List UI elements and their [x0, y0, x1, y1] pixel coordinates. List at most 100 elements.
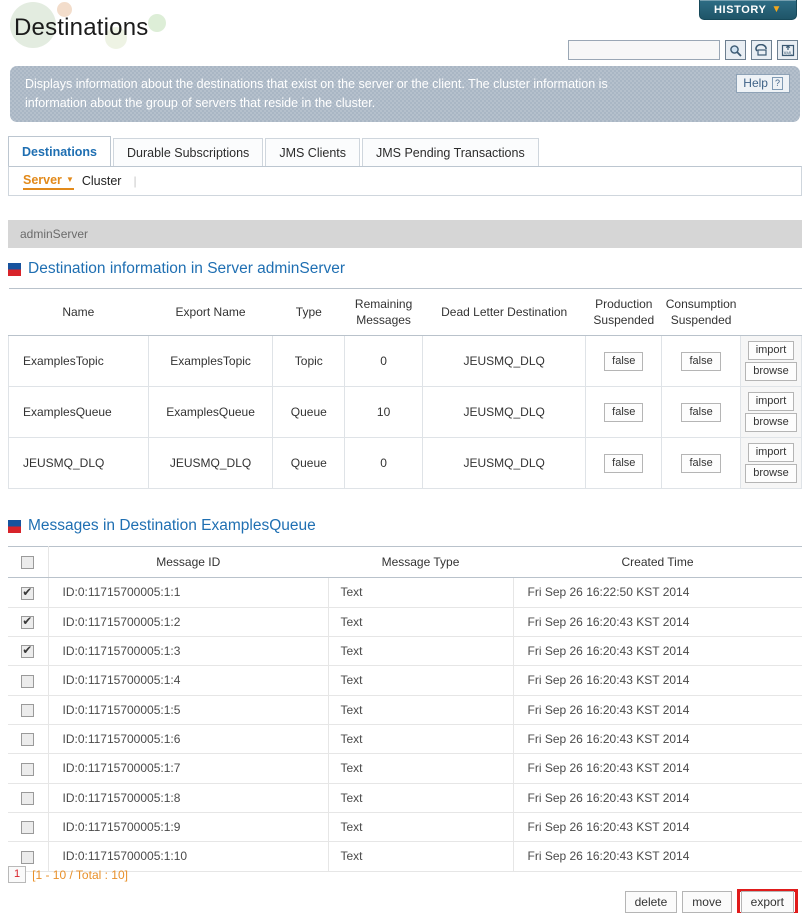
- consumption-suspended-value[interactable]: false: [681, 402, 721, 422]
- destinations-table: Name Export Name Type Remaining Messages…: [8, 288, 803, 489]
- decorative-circle-green: [148, 14, 166, 32]
- cell-remaining-messages: 0: [344, 437, 424, 489]
- cell-select: [8, 607, 49, 637]
- production-suspended-value[interactable]: false: [604, 351, 644, 371]
- cell-actions: import browse: [740, 437, 803, 489]
- cell-created-time: Fri Sep 26 16:20:43 KST 2014: [513, 636, 802, 667]
- col-remaining-messages: Remaining Messages: [344, 288, 423, 336]
- row-checkbox[interactable]: [21, 791, 35, 805]
- search-input[interactable]: [568, 40, 720, 60]
- table-row: ID:0:11715700005:1:3 Text Fri Sep 26 16:…: [8, 636, 802, 667]
- row-checkbox[interactable]: [21, 733, 35, 747]
- collapse-icon[interactable]: [8, 519, 21, 533]
- xml-export-icon[interactable]: XML: [777, 40, 798, 60]
- cell-message-id: ID:0:11715700005:1:5: [48, 695, 329, 725]
- col-dead-letter-destination: Dead Letter Destination: [422, 288, 586, 336]
- import-button[interactable]: import: [747, 392, 795, 411]
- import-button[interactable]: import: [747, 341, 795, 360]
- production-suspended-value[interactable]: false: [604, 402, 644, 422]
- select-all-checkbox[interactable]: [21, 556, 35, 570]
- production-suspended-value[interactable]: false: [604, 453, 644, 473]
- history-button[interactable]: HISTORY ▼: [699, 0, 797, 20]
- info-banner: Displays information about the destinati…: [10, 66, 800, 122]
- cell-message-id: ID:0:11715700005:1:6: [48, 724, 329, 755]
- table-row: JEUSMQ_DLQ JEUSMQ_DLQ Queue 0 JEUSMQ_DLQ…: [8, 437, 803, 489]
- cell-message-type: Text: [328, 841, 514, 872]
- col-line: Messages: [356, 313, 411, 327]
- subnav-label: Server: [23, 172, 62, 187]
- page-number-1[interactable]: 1: [8, 866, 27, 883]
- browse-button[interactable]: browse: [745, 464, 797, 483]
- row-checkbox[interactable]: [21, 850, 35, 864]
- subnav-item-server[interactable]: Server ▼: [23, 173, 74, 190]
- svg-text:XML: XML: [783, 50, 793, 55]
- col-type: Type: [272, 288, 345, 336]
- cell-dead-letter-destination: JEUSMQ_DLQ: [422, 437, 587, 489]
- cell-select: [8, 636, 49, 667]
- collapse-icon[interactable]: [8, 262, 21, 276]
- cell-message-type: Text: [328, 665, 514, 696]
- row-checkbox[interactable]: [21, 703, 35, 717]
- row-checkbox[interactable]: [21, 821, 35, 835]
- cell-message-type: Text: [328, 695, 514, 725]
- cell-message-id: ID:0:11715700005:1:2: [48, 607, 329, 637]
- cell-created-time: Fri Sep 26 16:22:50 KST 2014: [513, 577, 802, 608]
- cell-actions: import browse: [740, 386, 803, 438]
- print-icon[interactable]: [751, 40, 772, 60]
- col-consumption-suspended: Consumption Suspended: [661, 288, 741, 336]
- cell-select: [8, 665, 49, 696]
- destinations-section-title: Destination information in Server adminS…: [28, 260, 346, 277]
- table-row: ID:0:11715700005:1:8 Text Fri Sep 26 16:…: [8, 783, 802, 813]
- cell-select: [8, 812, 49, 843]
- cell-message-id: ID:0:11715700005:1:8: [48, 783, 329, 813]
- cell-production-suspended: false: [585, 335, 663, 387]
- page-title: Destinations: [14, 14, 149, 41]
- col-production-suspended: Production Suspended: [585, 288, 662, 336]
- tab-label: JMS Clients: [279, 145, 346, 160]
- table-header-row: Name Export Name Type Remaining Messages…: [8, 288, 802, 336]
- tab-jms-clients[interactable]: JMS Clients: [265, 138, 360, 166]
- cell-created-time: Fri Sep 26 16:20:43 KST 2014: [513, 783, 802, 813]
- row-checkbox[interactable]: [21, 585, 35, 600]
- row-checkbox[interactable]: [21, 762, 35, 776]
- col-created-time: Created Time: [513, 545, 802, 579]
- tab-jms-pending-transactions[interactable]: JMS Pending Transactions: [362, 138, 539, 166]
- row-checkbox[interactable]: [21, 643, 35, 659]
- consumption-suspended-value[interactable]: false: [681, 351, 721, 371]
- import-button[interactable]: import: [747, 443, 795, 462]
- col-message-id: Message ID: [48, 545, 328, 579]
- cell-type: Queue: [272, 437, 346, 489]
- cell-export-name: JEUSMQ_DLQ: [148, 437, 274, 489]
- search-icon[interactable]: [725, 40, 746, 60]
- row-checkbox[interactable]: [21, 674, 35, 688]
- tab-destinations[interactable]: Destinations: [8, 136, 112, 166]
- search-toolbar: XML: [568, 40, 798, 60]
- cell-message-type: Text: [328, 607, 514, 637]
- cell-dead-letter-destination: JEUSMQ_DLQ: [422, 386, 587, 438]
- col-line: Suspended: [593, 313, 655, 327]
- subnav-item-cluster[interactable]: Cluster: [82, 174, 122, 188]
- row-checkbox[interactable]: [21, 614, 35, 629]
- consumption-suspended-value[interactable]: false: [681, 453, 721, 473]
- cell-select: [8, 783, 49, 813]
- cell-created-time: Fri Sep 26 16:20:43 KST 2014: [513, 695, 802, 725]
- cell-export-name: ExamplesTopic: [148, 335, 274, 387]
- export-button[interactable]: export: [740, 891, 794, 913]
- tab-bar: Destinations Durable Subscriptions JMS C…: [8, 136, 802, 196]
- cell-remaining-messages: 0: [344, 335, 424, 387]
- destinations-section-header: Destination information in Server adminS…: [8, 260, 802, 278]
- subnav-label: Cluster: [81, 174, 122, 188]
- delete-button[interactable]: delete: [624, 891, 678, 913]
- move-button[interactable]: move: [682, 891, 732, 913]
- help-button[interactable]: Help ?: [736, 74, 790, 93]
- cell-remaining-messages: 10: [344, 386, 424, 438]
- pagination: 1 [1 - 10 / Total : 10]: [8, 866, 128, 883]
- browse-button[interactable]: browse: [745, 413, 797, 432]
- table-row: ID:0:11715700005:1:2 Text Fri Sep 26 16:…: [8, 607, 802, 637]
- cell-message-type: Text: [328, 753, 514, 784]
- cell-message-id: ID:0:11715700005:1:3: [48, 636, 329, 667]
- tab-durable-subscriptions[interactable]: Durable Subscriptions: [113, 138, 264, 166]
- cell-type: Topic: [272, 335, 346, 387]
- cell-created-time: Fri Sep 26 16:20:43 KST 2014: [513, 665, 802, 696]
- browse-button[interactable]: browse: [745, 362, 797, 381]
